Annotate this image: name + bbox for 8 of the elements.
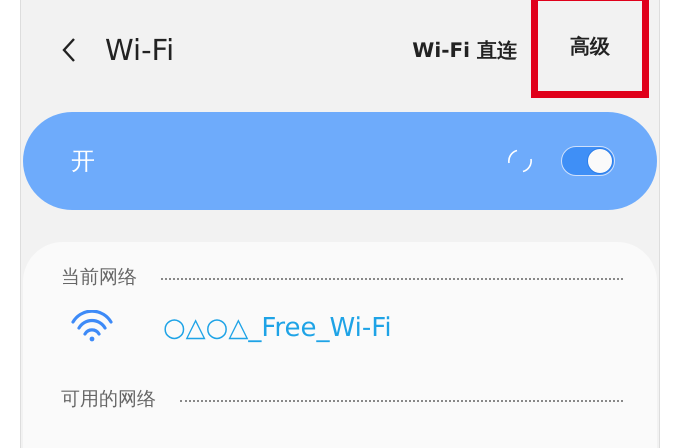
screen-title: Wi-Fi xyxy=(105,33,174,67)
section-title: 当前网络 xyxy=(61,265,137,290)
toggle-switch[interactable] xyxy=(561,146,615,176)
section-title: 可用的网络 xyxy=(61,387,156,412)
header-action[interactable]: Wi-Fi 直连 xyxy=(404,28,525,72)
switch-label: 开 xyxy=(71,146,95,177)
header-action[interactable]: 高级 xyxy=(531,0,649,98)
back-icon[interactable] xyxy=(61,37,77,63)
